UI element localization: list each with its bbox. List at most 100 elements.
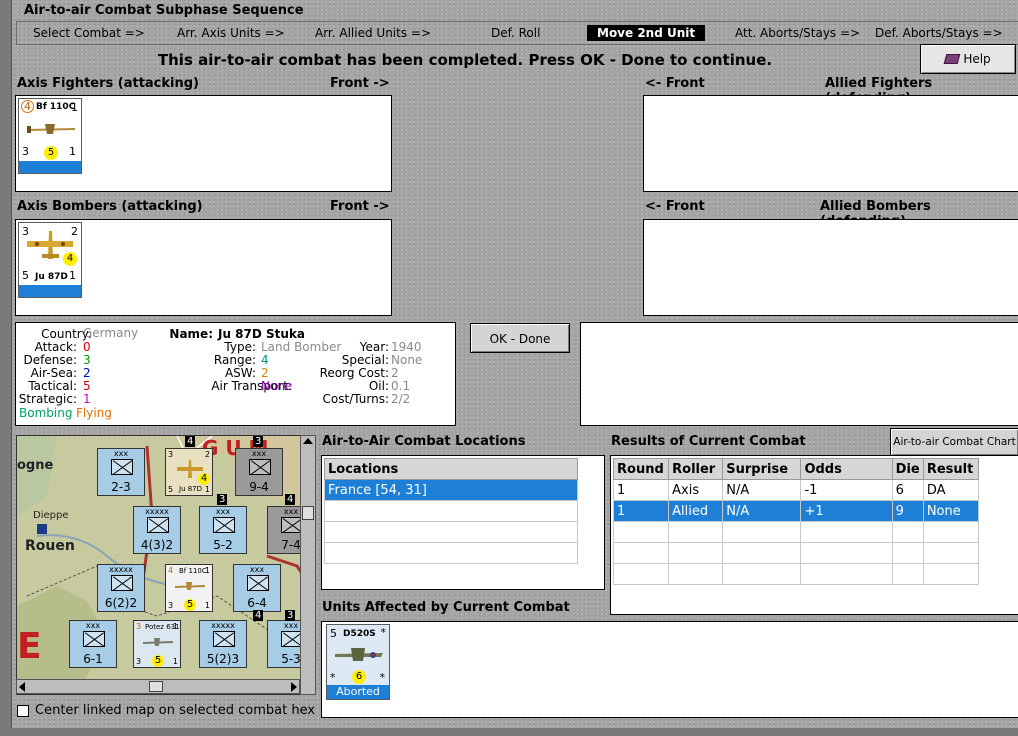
counter-value: 4(3)2: [140, 538, 174, 552]
locations-panel[interactable]: Locations France [54, 31]: [321, 455, 605, 590]
asw-value: 2: [261, 366, 269, 380]
scroll-right-icon[interactable]: [291, 682, 297, 692]
infantry-icon: [83, 631, 105, 647]
strategic-label: Strategic:: [18, 392, 77, 406]
counter-bottom-left: 5: [22, 269, 29, 282]
seq-select-combat: Select Combat =>: [33, 26, 145, 40]
counter-size: xxx: [113, 449, 129, 458]
cell-round: 1: [612, 479, 670, 501]
map-unit-counter[interactable]: xxx 6-4: [233, 564, 281, 612]
year-value: 1940: [391, 340, 422, 354]
cell-odds: +1: [800, 500, 893, 522]
counter-size: xxxxx: [109, 565, 133, 574]
combat-log-panel: [580, 322, 1018, 426]
counter-value: 9-4: [249, 480, 269, 494]
help-button[interactable]: Help: [920, 44, 1016, 74]
air-combat-chart-button[interactable]: Air-to-air Combat Chart: [890, 428, 1018, 456]
seq-def-roll: Def. Roll: [491, 26, 541, 40]
map-horizontal-scrollbar[interactable]: [16, 679, 300, 694]
window-left-frame: [0, 0, 12, 736]
center-map-checkbox[interactable]: [17, 705, 29, 717]
year-label: Year:: [359, 340, 389, 354]
scroll-up-icon[interactable]: [303, 438, 313, 444]
locations-title: Air-to-Air Combat Locations: [322, 434, 526, 449]
seq-arr-axis-units: Arr. Axis Units =>: [177, 26, 285, 40]
scroll-left-icon[interactable]: [19, 682, 25, 692]
cost-turns-value: 2/2: [391, 392, 411, 406]
axis-bombers-panel[interactable]: 3 2 4 5 Ju 87D 1: [15, 219, 392, 316]
map-vertical-scrollbar[interactable]: [300, 435, 316, 695]
col-surprise[interactable]: Surprise: [722, 458, 802, 480]
oil-value: 0.1: [391, 379, 411, 393]
scroll-thumb[interactable]: [149, 681, 163, 692]
map-air-counter[interactable]: 3 Potez 631 1 3 5 1: [133, 620, 181, 668]
allied-bombers-panel[interactable]: [643, 219, 1018, 316]
results-table: Round Roller Surprise Odds Die Result 1 …: [612, 458, 980, 585]
tactical-label: Tactical:: [28, 379, 77, 393]
counter-selection-strip: [19, 285, 81, 297]
location-row-empty: [324, 521, 578, 543]
d520-counter[interactable]: 5 D520S * * 6 * Aborted: [326, 624, 390, 700]
locations-table: Locations France [54, 31]: [324, 458, 578, 564]
axis-fighters-panel[interactable]: 4 Bf 110C 1 3 5 1: [15, 95, 392, 192]
counter-size: xxx: [251, 449, 267, 458]
cell-round: 1: [612, 500, 670, 522]
result-row-empty: [612, 521, 980, 543]
map-unit-counter[interactable]: xxx 6-1: [69, 620, 117, 668]
air-transport-value: None: [261, 379, 293, 393]
units-affected-panel[interactable]: 5 D520S * * 6 * Aborted: [321, 621, 1018, 718]
col-odds[interactable]: Odds: [800, 458, 893, 480]
infantry-icon: [147, 517, 169, 533]
seq-def-aborts-stays: Def. Aborts/Stays =>: [875, 26, 1003, 40]
counter-bottom-right: 1: [204, 485, 210, 494]
cell-odds: -1: [800, 479, 893, 501]
counter-top-right: *: [380, 626, 387, 639]
map-unit-counter[interactable]: xxx 2-3: [97, 448, 145, 496]
result-row-empty: [612, 542, 980, 564]
seq-move-2nd-unit: Move 2nd Unit: [587, 25, 706, 41]
counter-size: xxx: [215, 507, 231, 516]
allied-fighters-panel[interactable]: [643, 95, 1018, 192]
linked-map[interactable]: ogne Dieppe Rouen E G U M xxx2-3 xxx9-4 …: [16, 435, 316, 695]
type-label: Type:: [224, 340, 256, 354]
map-air-counter[interactable]: 4 Bf 110C 1 3 5 1: [165, 564, 213, 612]
map-unit-counter[interactable]: xxxxx 5(2)3: [199, 620, 247, 668]
scroll-thumb[interactable]: [302, 506, 314, 520]
axis-bombers-front: Front ->: [330, 199, 390, 214]
cell-result: DA: [922, 479, 980, 501]
col-round[interactable]: Round: [612, 458, 670, 480]
asw-label: ASW:: [224, 366, 256, 380]
result-row[interactable]: 1 Allied N/A +1 9 None: [612, 500, 980, 522]
axis-fighters-front: Front ->: [330, 76, 390, 91]
ju87-counter[interactable]: 3 2 4 5 Ju 87D 1: [18, 222, 82, 298]
country-value: Germany: [83, 326, 139, 340]
map-unit-counter[interactable]: xxxxx 4(3)2: [133, 506, 181, 554]
counter-name: D520S: [343, 629, 376, 639]
counter-bottom-left: 3: [136, 657, 142, 666]
map-unit-counter[interactable]: xxx 9-4: [235, 448, 283, 496]
infantry-icon: [111, 459, 133, 475]
name-label: Name:: [169, 327, 213, 341]
defense-label: Defense:: [23, 353, 77, 367]
bf110-counter[interactable]: 4 Bf 110C 1 3 5 1: [18, 98, 82, 174]
cell-die: 6: [891, 479, 924, 501]
col-die[interactable]: Die: [891, 458, 924, 480]
map-unit-counter[interactable]: xxx 5-2: [199, 506, 247, 554]
seq-arr-allied-units: Arr. Allied Units =>: [315, 26, 432, 40]
result-row[interactable]: 1 Axis N/A -1 6 DA: [612, 479, 980, 501]
ok-done-button[interactable]: OK - Done: [470, 323, 570, 353]
counter-size: xxx: [85, 621, 101, 630]
special-label: Special:: [341, 353, 389, 367]
hex-number: 3: [253, 436, 264, 447]
col-roller[interactable]: Roller: [668, 458, 724, 480]
map-unit-counter[interactable]: xxxxx 6(2)2: [97, 564, 145, 612]
counter-name: Bf 110C: [36, 102, 76, 112]
col-result[interactable]: Result: [922, 458, 980, 480]
counter-top-left: 5: [330, 627, 337, 640]
counter-bottom-right: 1: [69, 145, 76, 158]
map-air-counter[interactable]: 3 2 4 5 Ju 87D 1: [165, 448, 213, 496]
reorg-cost-label: Reorg Cost:: [319, 366, 389, 380]
map-label-ogne: ogne: [17, 458, 54, 473]
location-row[interactable]: France [54, 31]: [324, 479, 578, 501]
window-title: Air-to-air Combat Subphase Sequence: [24, 3, 304, 18]
